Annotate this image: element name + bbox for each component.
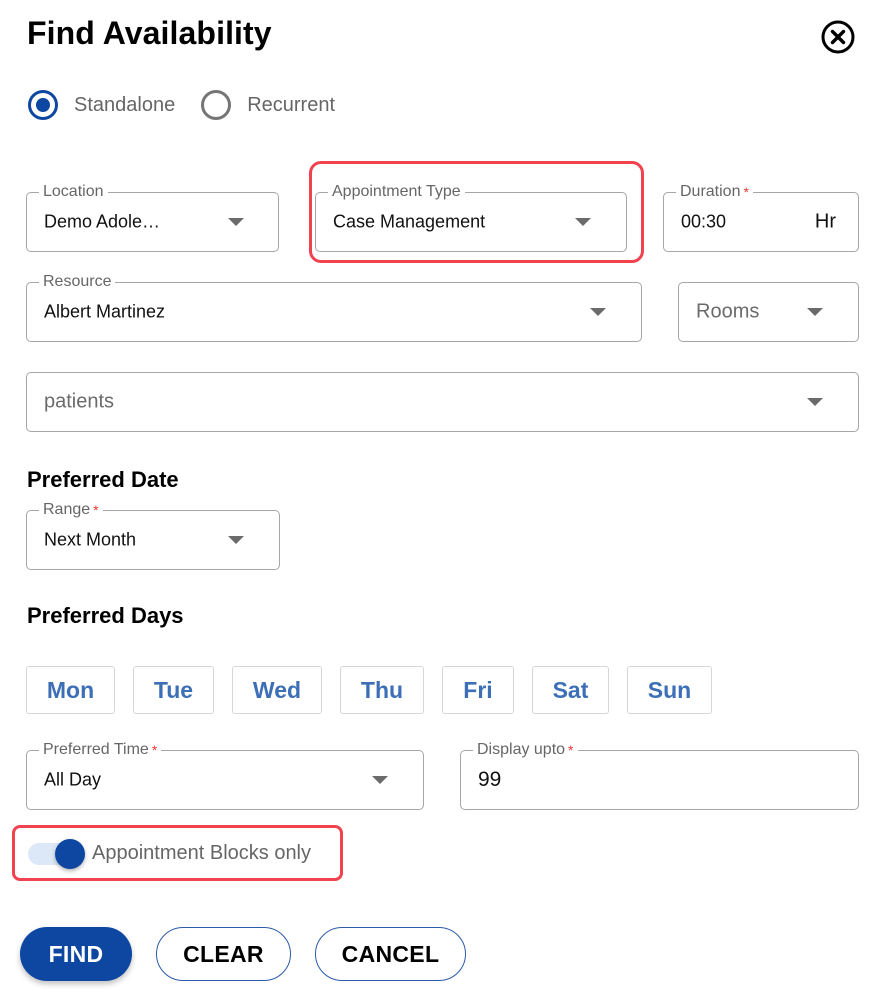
resource-label: Resource [39,272,116,292]
mode-radio-group: Standalone Recurrent [28,89,361,121]
rooms-select[interactable]: Rooms [678,282,859,342]
required-mark: * [151,742,158,758]
required-mark: * [93,502,99,518]
day-button-sat[interactable]: Sat [532,666,609,714]
chevron-down-icon [590,308,606,316]
day-button-sun[interactable]: Sun [627,666,712,714]
close-button[interactable] [820,19,856,55]
location-select[interactable]: Location Demo Adole… [26,182,279,252]
toggle-track[interactable] [28,838,85,869]
radio-standalone-label: Standalone [74,93,176,116]
day-button-mon[interactable]: Mon [26,666,115,714]
radio-standalone[interactable]: Standalone [28,90,175,120]
duration-value: 00:30 [681,211,727,232]
display-upto-label: Display upto * [473,740,578,760]
chevron-down-icon [575,218,591,226]
day-button-thu[interactable]: Thu [340,666,424,714]
dialog-title: Find Availability [27,15,272,51]
appointment-type-label: Appointment Type [328,182,465,202]
duration-label: Duration * [676,182,753,202]
resource-select[interactable]: Resource Albert Martinez [26,272,642,342]
resource-value: Albert Martinez [44,301,166,322]
display-upto-value: 99 [478,768,502,791]
range-select[interactable]: Range * Next Month [26,500,280,570]
duration-label-text: Duration [680,183,741,200]
location-label: Location [39,182,108,202]
radio-recurrent-label: Recurrent [247,93,336,116]
day-button-tue[interactable]: Tue [133,666,214,714]
cancel-button[interactable]: CANCEL [315,927,466,981]
display-upto-input[interactable]: Display upto * 99 [460,740,859,810]
range-label: Range * [39,500,103,520]
preferred-days-title: Preferred Days [27,603,184,628]
required-mark: * [743,184,749,200]
close-circle-icon [821,20,855,54]
radio-unchecked-icon [201,90,232,120]
radio-checked-icon [28,90,58,120]
chevron-down-icon [372,776,388,784]
day-button-fri[interactable]: Fri [442,666,514,714]
preferred-time-value: All Day [44,769,102,790]
appointment-type-select[interactable]: Appointment Type Case Management [315,182,627,252]
preferred-time-label-text: Preferred Time [43,741,149,758]
appointment-blocks-label: Appointment Blocks only [92,842,312,864]
rooms-placeholder: Rooms [696,300,760,323]
appointment-type-value: Case Management [333,211,486,232]
appointment-blocks-toggle[interactable]: Appointment Blocks only [28,838,312,869]
display-upto-label-text: Display upto [477,741,566,758]
range-label-text: Range [43,501,91,518]
location-value: Demo Adole… [44,211,161,232]
duration-input[interactable]: Duration * 00:30 Hr [663,182,859,252]
radio-recurrent[interactable]: Recurrent [201,90,335,120]
chevron-down-icon [228,218,244,226]
find-button[interactable]: FIND [20,927,132,981]
patients-select[interactable]: patients [26,372,859,432]
preferred-time-select[interactable]: Preferred Time * All Day [26,740,424,810]
chevron-down-icon [807,308,823,316]
clear-button[interactable]: CLEAR [156,927,291,981]
preferred-time-label: Preferred Time * [39,740,162,760]
chevron-down-icon [807,398,823,406]
preferred-date-title: Preferred Date [27,467,179,492]
patients-placeholder: patients [44,390,115,413]
duration-unit: Hr [814,210,836,233]
chevron-down-icon [228,536,244,544]
toggle-thumb[interactable] [55,838,85,869]
required-mark: * [568,742,574,758]
range-value: Next Month [44,529,137,550]
day-button-wed[interactable]: Wed [232,666,322,714]
